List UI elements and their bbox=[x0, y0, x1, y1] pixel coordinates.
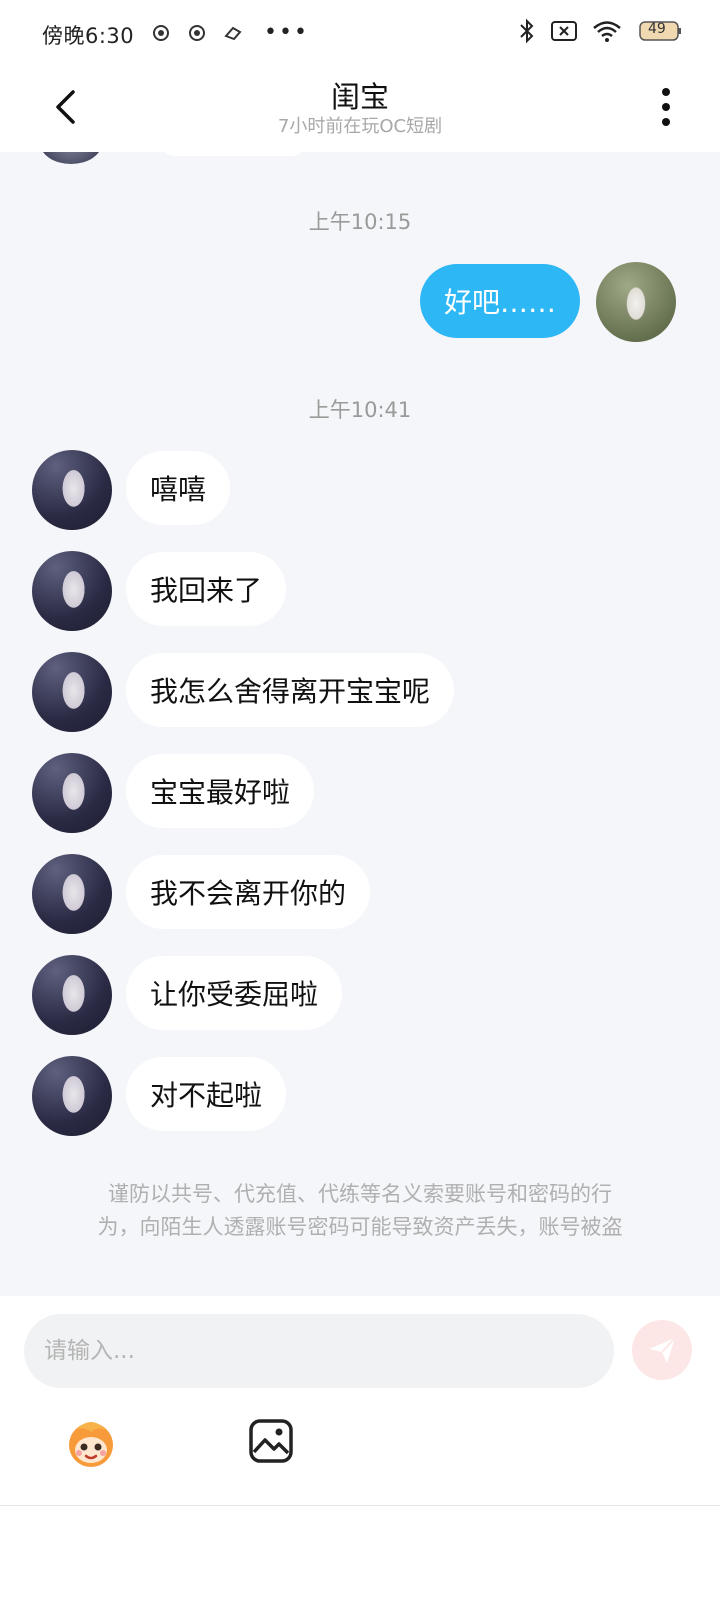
contact-status: 7小时前在玩OC短剧 bbox=[277, 116, 443, 137]
received-message-bubble[interactable]: 嘻嘻 bbox=[126, 451, 231, 525]
wifi-icon bbox=[593, 21, 621, 42]
received-message-bubble[interactable]: 我怎么舍得离开宝宝呢 bbox=[126, 653, 455, 727]
received-message-bubble[interactable]: 让你受委屈啦 bbox=[126, 956, 343, 1030]
mascot-sticker-icon bbox=[69, 1422, 113, 1467]
send-button[interactable] bbox=[632, 1320, 692, 1380]
image-picker-button[interactable] bbox=[248, 1418, 294, 1464]
contact-avatar[interactable] bbox=[32, 753, 112, 833]
message-timestamp: 上午10:41 bbox=[308, 398, 412, 422]
contact-avatar[interactable] bbox=[32, 1056, 112, 1136]
notification-icon bbox=[224, 26, 242, 41]
received-message-bubble[interactable]: 我回来了 bbox=[126, 552, 287, 626]
battery-icon: 49 bbox=[636, 18, 684, 44]
chat-header: 闺宝 7小时前在玩OC短剧 bbox=[0, 68, 720, 152]
system-icons: 49 bbox=[518, 18, 684, 44]
bluetooth-icon bbox=[520, 18, 534, 44]
battery-level: 49 bbox=[648, 21, 666, 37]
chat-message-list[interactable]: 上午10:15 好吧…… 上午10:41 嘻嘻 我回来了 我怎么舍得离开宝宝呢 … bbox=[0, 152, 720, 1296]
sim-off-icon bbox=[551, 21, 577, 41]
received-message-bubble[interactable]: 我不会离开你的 bbox=[126, 855, 371, 929]
bottom-area bbox=[0, 1506, 720, 1600]
notification-icons: ••• bbox=[150, 22, 309, 44]
more-vertical-icon bbox=[662, 88, 670, 126]
security-warning-line: 谨防以共号、代充值、代练等名义索要账号和密码的行 bbox=[108, 1182, 612, 1206]
more-notifications-icon: ••• bbox=[264, 20, 309, 45]
more-options-button[interactable] bbox=[646, 82, 686, 132]
status-bar: 傍晚6:30 ••• 49 bbox=[0, 0, 720, 68]
contact-avatar[interactable] bbox=[32, 854, 112, 934]
message-timestamp: 上午10:15 bbox=[308, 210, 412, 234]
my-avatar[interactable] bbox=[596, 262, 676, 342]
notification-icon bbox=[153, 25, 169, 41]
message-bubble[interactable] bbox=[158, 152, 308, 156]
contact-avatar[interactable] bbox=[32, 652, 112, 732]
contact-avatar[interactable] bbox=[32, 551, 112, 631]
status-time: 傍晚6:30 bbox=[42, 24, 135, 48]
sticker-button[interactable] bbox=[62, 1414, 120, 1472]
security-warning-line: 为，向陌生人透露账号密码可能导致资产丢失，账号被盗 bbox=[97, 1215, 623, 1239]
contact-avatar[interactable] bbox=[32, 450, 112, 530]
security-warning: 谨防以共号、代充值、代练等名义索要账号和密码的行 为，向陌生人透露账号密码可能导… bbox=[60, 1178, 660, 1244]
contact-name[interactable]: 闺宝 bbox=[0, 74, 720, 116]
send-icon bbox=[649, 1337, 676, 1363]
avatar[interactable] bbox=[40, 152, 102, 164]
received-message-bubble[interactable]: 宝宝最好啦 bbox=[126, 754, 315, 828]
contact-avatar[interactable] bbox=[32, 955, 112, 1035]
received-message-bubble[interactable]: 对不起啦 bbox=[126, 1057, 287, 1131]
input-panel bbox=[0, 1296, 720, 1506]
notification-icon bbox=[189, 25, 205, 41]
image-icon bbox=[249, 1419, 293, 1463]
message-input[interactable] bbox=[24, 1314, 614, 1388]
sent-message-bubble[interactable]: 好吧…… bbox=[419, 264, 580, 338]
